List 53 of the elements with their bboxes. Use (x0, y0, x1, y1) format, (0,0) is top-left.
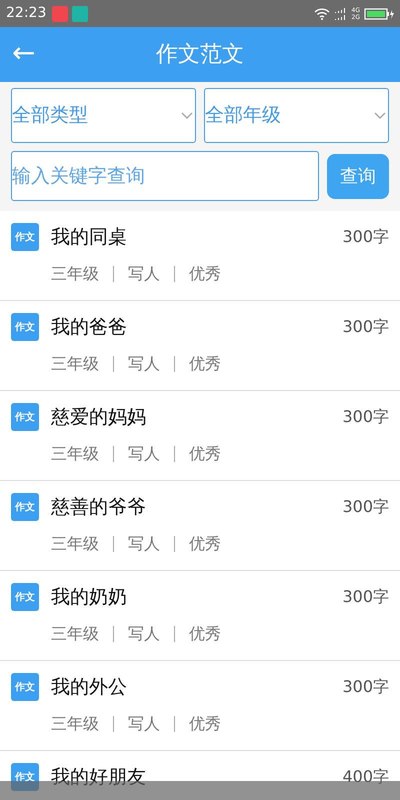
essay-tag: 三年级 (51, 626, 113, 642)
essay-tag: 优秀 (174, 716, 235, 732)
essay-list-item[interactable]: 作文 我的奶奶 300字 三年级 写人 优秀 (0, 571, 400, 661)
word-count: 300字 (342, 676, 389, 698)
app-icon (72, 6, 88, 22)
essay-title: 慈善的爷爷 (51, 495, 147, 520)
essay-tag: 三年级 (51, 266, 113, 282)
search-field[interactable]: 输入关键字查询 (11, 151, 319, 201)
essay-tag: 优秀 (174, 446, 235, 462)
essay-tag: 写人 (113, 356, 174, 372)
app-icon (52, 6, 68, 22)
essay-title: 慈爱的妈妈 (51, 405, 147, 430)
wifi-icon (314, 8, 330, 20)
signal-icon (334, 6, 348, 20)
chevron-down-icon (374, 112, 386, 120)
essay-tag: 优秀 (174, 356, 235, 372)
essay-badge: 作文 (11, 403, 39, 432)
essay-badge: 作文 (11, 583, 39, 612)
word-count: 300字 (342, 316, 389, 338)
essay-tag: 写人 (113, 626, 174, 642)
essay-title: 我的好朋友 (51, 765, 147, 790)
essay-title: 我的奶奶 (51, 585, 128, 610)
essay-tag: 写人 (113, 266, 174, 282)
essay-tag: 写人 (113, 536, 174, 552)
essay-tag: 三年级 (51, 716, 113, 732)
word-count: 300字 (342, 496, 389, 518)
essay-badge: 作文 (11, 673, 39, 702)
essay-list-item[interactable]: 作文 我的外公 300字 三年级 写人 优秀 (0, 661, 400, 751)
essay-list-item[interactable]: 作文 我的爸爸 300字 三年级 写人 优秀 (0, 301, 400, 391)
essay-tag: 优秀 (174, 626, 235, 642)
essay-badge: 作文 (11, 313, 39, 342)
essay-badge: 作文 (11, 223, 39, 252)
essay-tag: 三年级 (51, 446, 113, 462)
battery-icon (364, 8, 394, 20)
essay-title: 我的同桌 (51, 225, 128, 250)
essay-list-item[interactable]: 作文 我的同桌 300字 三年级 写人 优秀 (0, 211, 400, 301)
essay-title: 我的外公 (51, 675, 128, 700)
essay-list-item[interactable]: 作文 慈爱的妈妈 300字 三年级 写人 优秀 (0, 391, 400, 481)
essay-tag: 写人 (113, 446, 174, 462)
essay-badge: 作文 (11, 493, 39, 522)
essay-tag: 三年级 (51, 356, 113, 372)
word-count: 300字 (342, 586, 389, 608)
essay-tag: 写人 (113, 716, 174, 732)
essay-tag: 优秀 (174, 266, 235, 282)
essay-tag: 三年级 (51, 536, 113, 552)
clock-time: 22:23 (6, 4, 46, 23)
word-count: 300字 (342, 406, 389, 428)
essay-title: 我的爸爸 (51, 315, 128, 340)
essay-list-item[interactable]: 作文 慈善的爷爷 300字 三年级 写人 优秀 (0, 481, 400, 571)
chevron-down-icon (181, 112, 193, 120)
word-count: 300字 (342, 226, 389, 248)
page-title: 作文范文 (156, 41, 244, 69)
essay-tag: 优秀 (174, 536, 235, 552)
